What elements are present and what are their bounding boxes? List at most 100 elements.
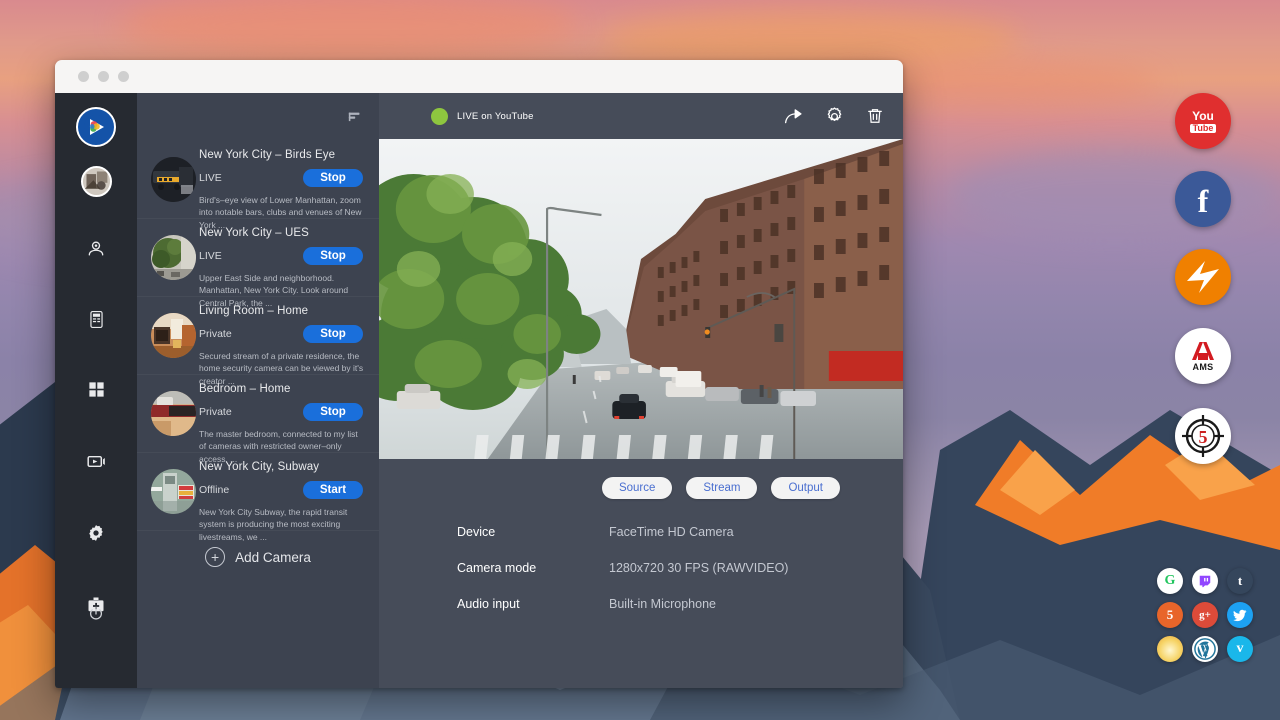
google-plus-glyph: g+ — [1199, 609, 1211, 621]
window-minimize-button[interactable] — [98, 71, 109, 82]
info-value-camera-mode[interactable]: 1280x720 30 FPS (RAWVIDEO) — [609, 561, 788, 575]
filter-sort-icon[interactable] — [346, 108, 363, 125]
camera-toggle-button[interactable]: Stop — [303, 169, 363, 187]
camera-list-toolbar — [137, 93, 379, 139]
power-icon — [87, 605, 105, 623]
info-value-audio-input[interactable]: Built-in Microphone — [609, 597, 716, 611]
desktop-icon-twitter[interactable] — [1227, 602, 1253, 628]
info-value-device[interactable]: FaceTime HD Camera — [609, 525, 734, 539]
sidebar-item-power[interactable] — [76, 594, 116, 634]
toolbar-actions — [783, 106, 885, 127]
tab-stream[interactable]: Stream — [686, 477, 757, 499]
wowza-bolt-icon — [1181, 255, 1225, 299]
desktop-icon-facebook[interactable]: f — [1175, 171, 1231, 227]
info-label-camera-mode: Camera mode — [457, 561, 609, 575]
list-item[interactable]: Living Room – Home Private Stop Secured … — [137, 297, 379, 375]
camera-toggle-button[interactable]: Start — [303, 481, 363, 499]
window-titlebar — [55, 60, 903, 93]
camera-state: LIVE — [199, 172, 222, 184]
sidebar-item-dashboard[interactable] — [76, 369, 116, 409]
tab-source[interactable]: Source — [602, 477, 672, 499]
sidebar-item-cameras[interactable] — [76, 229, 116, 269]
info-row: Device FaceTime HD Camera — [457, 525, 903, 539]
camera-title: New York City, Subway — [199, 461, 369, 473]
grabyo-g-glyph: G — [1165, 573, 1176, 589]
desktop-icon-vimeo[interactable]: v — [1227, 636, 1253, 662]
gear-icon[interactable] — [824, 106, 845, 127]
facebook-f-glyph: f — [1198, 185, 1209, 217]
camera-title: Living Room – Home — [199, 305, 369, 317]
camera-description: New York City Subway, the rapid transit … — [199, 506, 369, 543]
window-close-button[interactable] — [78, 71, 89, 82]
mobile-device-icon — [87, 310, 106, 329]
avatar-icon — [81, 166, 112, 197]
sidebar-item-app-logo[interactable] — [76, 107, 116, 147]
camera-icon — [86, 239, 106, 259]
tumblr-t-glyph: t — [1238, 573, 1242, 589]
nyc-ues-thumb — [151, 235, 196, 280]
camera-toggle-button[interactable]: Stop — [303, 247, 363, 265]
info-label-device: Device — [457, 525, 609, 539]
desktop-icon-grabyo[interactable]: G — [1157, 568, 1183, 594]
sidebar-item-settings[interactable] — [76, 513, 116, 553]
gear-icon — [86, 523, 106, 543]
app-window: New York City – Birds Eye LIVE Stop Bird… — [55, 60, 903, 688]
camera-list[interactable]: New York City – Birds Eye LIVE Stop Bird… — [137, 139, 379, 688]
desktop-icon-youtube[interactable]: You Tube — [1175, 93, 1231, 149]
main-toolbar: LIVE on YouTube — [379, 93, 903, 139]
desktop-icon-wowza[interactable] — [1175, 249, 1231, 305]
play-logo-icon — [76, 107, 116, 147]
sidebar-item-broadcast[interactable] — [76, 441, 116, 481]
sort-icon — [346, 108, 363, 125]
living-room-thumb — [151, 313, 196, 358]
list-item[interactable]: New York City – UES LIVE Stop Upper East… — [137, 219, 379, 297]
settings-tabs: Source Stream Output — [379, 459, 903, 499]
camera-toggle-button[interactable]: Stop — [303, 325, 363, 343]
wordpress-icon — [1194, 638, 1216, 660]
camera-list-panel: New York City – Birds Eye LIVE Stop Bird… — [137, 93, 379, 688]
main-content: LIVE on YouTube — [379, 93, 903, 688]
vimeo-v-glyph: v — [1237, 641, 1244, 657]
desktop-icon-twitch[interactable] — [1192, 568, 1218, 594]
desktop-icon-target-5[interactable]: 5 — [1175, 408, 1231, 464]
info-label-audio-input: Audio input — [457, 597, 609, 611]
camera-state: Private — [199, 406, 232, 418]
list-item[interactable]: New York City – Birds Eye LIVE Stop Bird… — [137, 141, 379, 219]
twitter-bird-icon — [1233, 609, 1247, 622]
svg-text:5: 5 — [1199, 427, 1208, 447]
source-info-panel: Device FaceTime HD Camera Camera mode 12… — [379, 499, 903, 633]
add-camera-label: Add Camera — [235, 550, 311, 565]
live-status-badge: LIVE on YouTube — [431, 108, 534, 125]
sidebar-item-device[interactable] — [76, 299, 116, 339]
plus-icon: + — [205, 547, 225, 567]
share-arrow-icon[interactable] — [783, 106, 804, 127]
desktop-icon-adobe-ams[interactable]: AMS — [1175, 328, 1231, 384]
video-preview[interactable] — [379, 139, 903, 459]
five-glyph: 5 — [1167, 607, 1174, 623]
window-maximize-button[interactable] — [118, 71, 129, 82]
camera-state: Private — [199, 328, 232, 340]
desktop: New York City – Birds Eye LIVE Stop Bird… — [0, 0, 1280, 720]
crosshair-5-icon: 5 — [1178, 411, 1228, 461]
camera-title: New York City – Birds Eye — [199, 149, 369, 161]
sidebar-item-user-avatar[interactable] — [76, 161, 116, 201]
desktop-icon-tumblr[interactable]: t — [1227, 568, 1253, 594]
tab-output[interactable]: Output — [771, 477, 840, 499]
camera-toggle-button[interactable]: Stop — [303, 403, 363, 421]
left-rail — [55, 93, 137, 688]
list-item[interactable]: Bedroom – Home Private Stop The master b… — [137, 375, 379, 453]
info-row: Audio input Built-in Microphone — [457, 597, 903, 611]
app-body: New York City – Birds Eye LIVE Stop Bird… — [55, 93, 903, 688]
video-monitor-icon — [86, 451, 107, 472]
live-indicator-dot — [431, 108, 448, 125]
desktop-icon-wordpress[interactable] — [1192, 636, 1218, 662]
desktop-icon-5-orange[interactable]: 5 — [1157, 602, 1183, 628]
list-item[interactable]: New York City, Subway Offline Start New … — [137, 453, 379, 531]
nyc-subway-thumb — [151, 469, 196, 514]
bedroom-thumb — [151, 391, 196, 436]
desktop-icon-sunset-app[interactable] — [1157, 636, 1183, 662]
sky-cloud — [120, 0, 580, 60]
camera-state: Offline — [199, 484, 229, 496]
desktop-icon-google-plus[interactable]: g+ — [1192, 602, 1218, 628]
trash-icon[interactable] — [865, 106, 885, 126]
